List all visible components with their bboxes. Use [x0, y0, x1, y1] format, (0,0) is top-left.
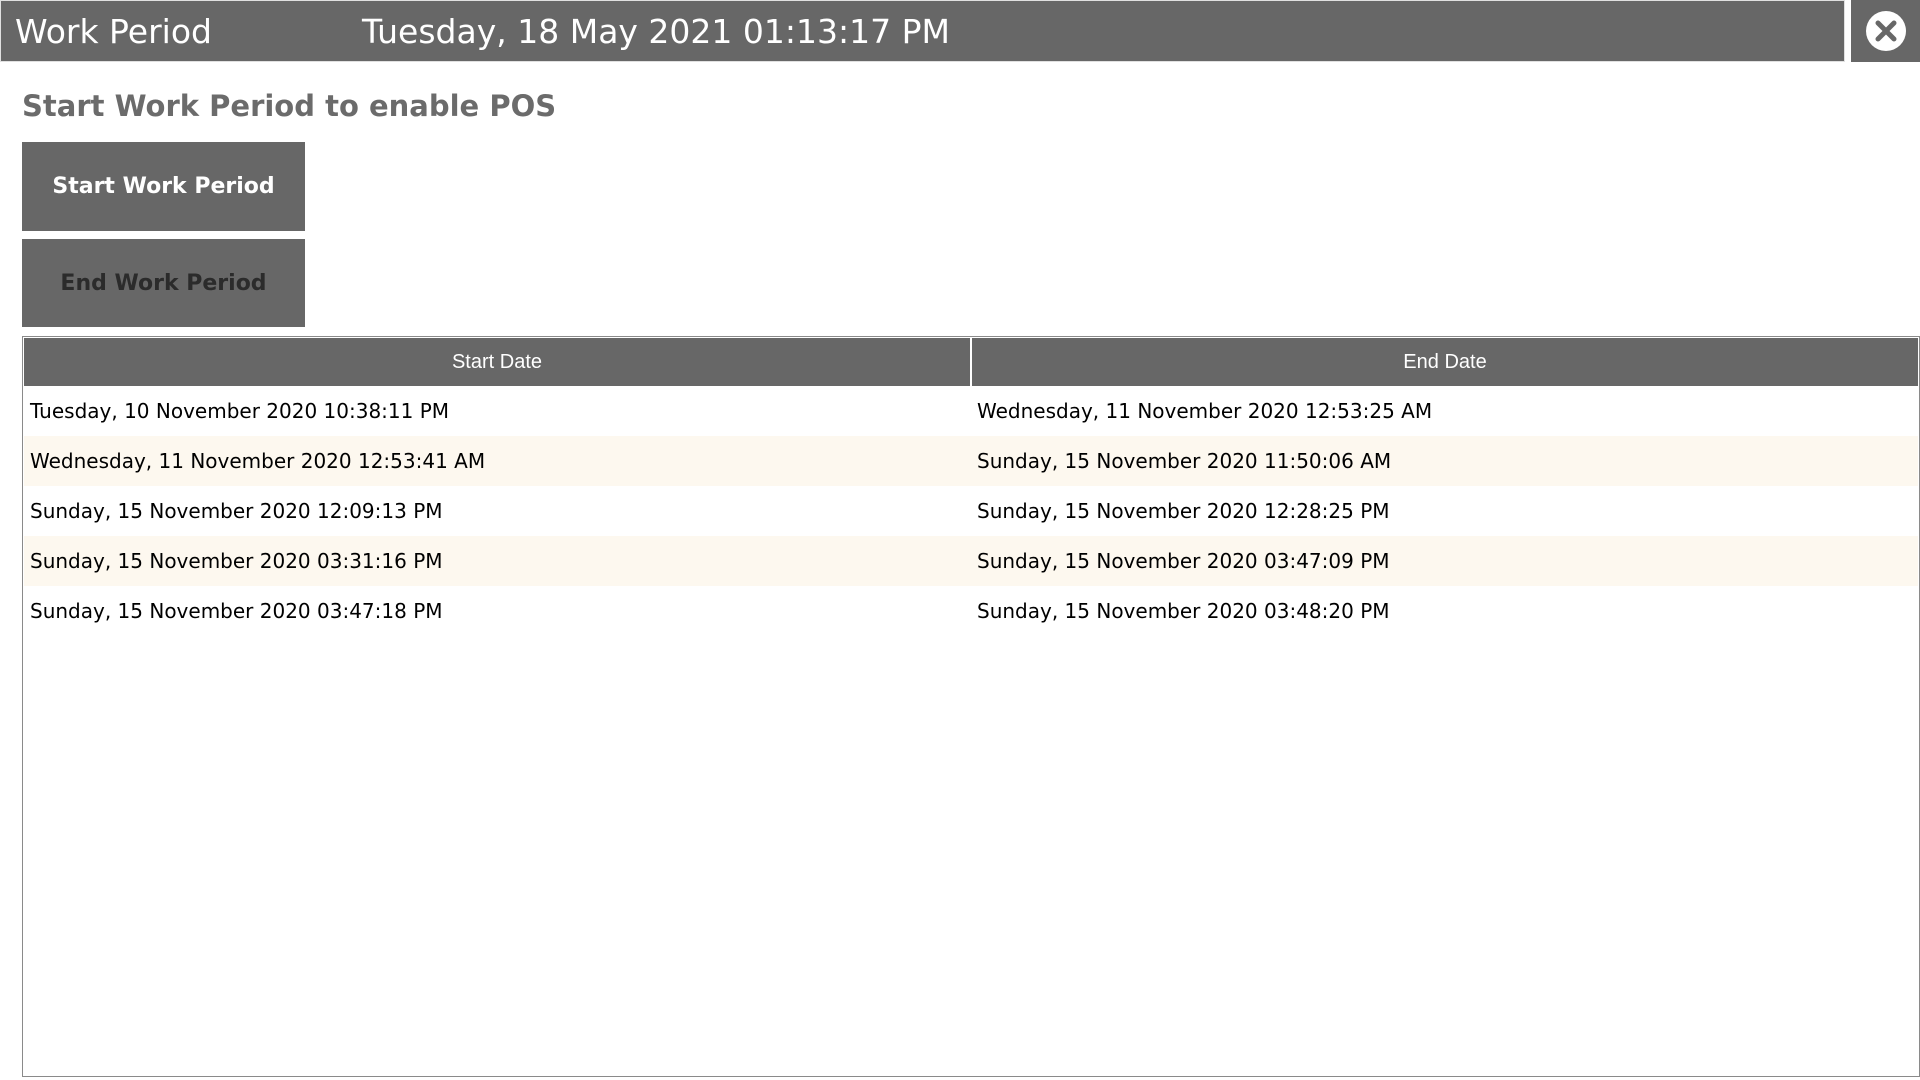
table-row[interactable]: Sunday, 15 November 2020 03:47:18 PM Sun…: [24, 586, 1918, 636]
end-date-cell: Sunday, 15 November 2020 03:48:20 PM: [977, 599, 1390, 623]
table-row[interactable]: Tuesday, 10 November 2020 10:38:11 PM We…: [24, 386, 1918, 436]
start-work-period-button[interactable]: Start Work Period: [22, 142, 305, 231]
table-header: Start Date End Date: [24, 338, 1918, 386]
column-header-end-date[interactable]: End Date: [972, 338, 1918, 386]
start-date-cell: Sunday, 15 November 2020 12:09:13 PM: [30, 499, 443, 523]
table-row[interactable]: Wednesday, 11 November 2020 12:53:41 AM …: [24, 436, 1918, 486]
window-title: Work Period: [15, 12, 212, 51]
table-body: Tuesday, 10 November 2020 10:38:11 PM We…: [24, 386, 1918, 636]
end-date-cell: Sunday, 15 November 2020 12:28:25 PM: [977, 499, 1390, 523]
title-bar: Work Period Tuesday, 18 May 2021 01:13:1…: [0, 0, 1845, 62]
pos-status-message: Start Work Period to enable POS: [22, 89, 557, 123]
close-button[interactable]: [1851, 0, 1920, 62]
end-date-cell: Sunday, 15 November 2020 03:47:09 PM: [977, 549, 1390, 573]
start-date-cell: Wednesday, 11 November 2020 12:53:41 AM: [30, 449, 486, 473]
close-icon: [1865, 11, 1906, 51]
column-header-start-date[interactable]: Start Date: [24, 338, 972, 386]
start-date-cell: Sunday, 15 November 2020 03:31:16 PM: [30, 549, 443, 573]
table-row[interactable]: Sunday, 15 November 2020 12:09:13 PM Sun…: [24, 486, 1918, 536]
current-datetime: Tuesday, 18 May 2021 01:13:17 PM: [362, 12, 950, 51]
table-row[interactable]: Sunday, 15 November 2020 03:31:16 PM Sun…: [24, 536, 1918, 586]
work-periods-table: Start Date End Date Tuesday, 10 November…: [22, 336, 1920, 1077]
start-date-cell: Tuesday, 10 November 2020 10:38:11 PM: [30, 399, 450, 423]
end-work-period-button[interactable]: End Work Period: [22, 239, 305, 327]
start-date-cell: Sunday, 15 November 2020 03:47:18 PM: [30, 599, 443, 623]
end-date-cell: Wednesday, 11 November 2020 12:53:25 AM: [977, 399, 1433, 423]
end-date-cell: Sunday, 15 November 2020 11:50:06 AM: [977, 449, 1392, 473]
